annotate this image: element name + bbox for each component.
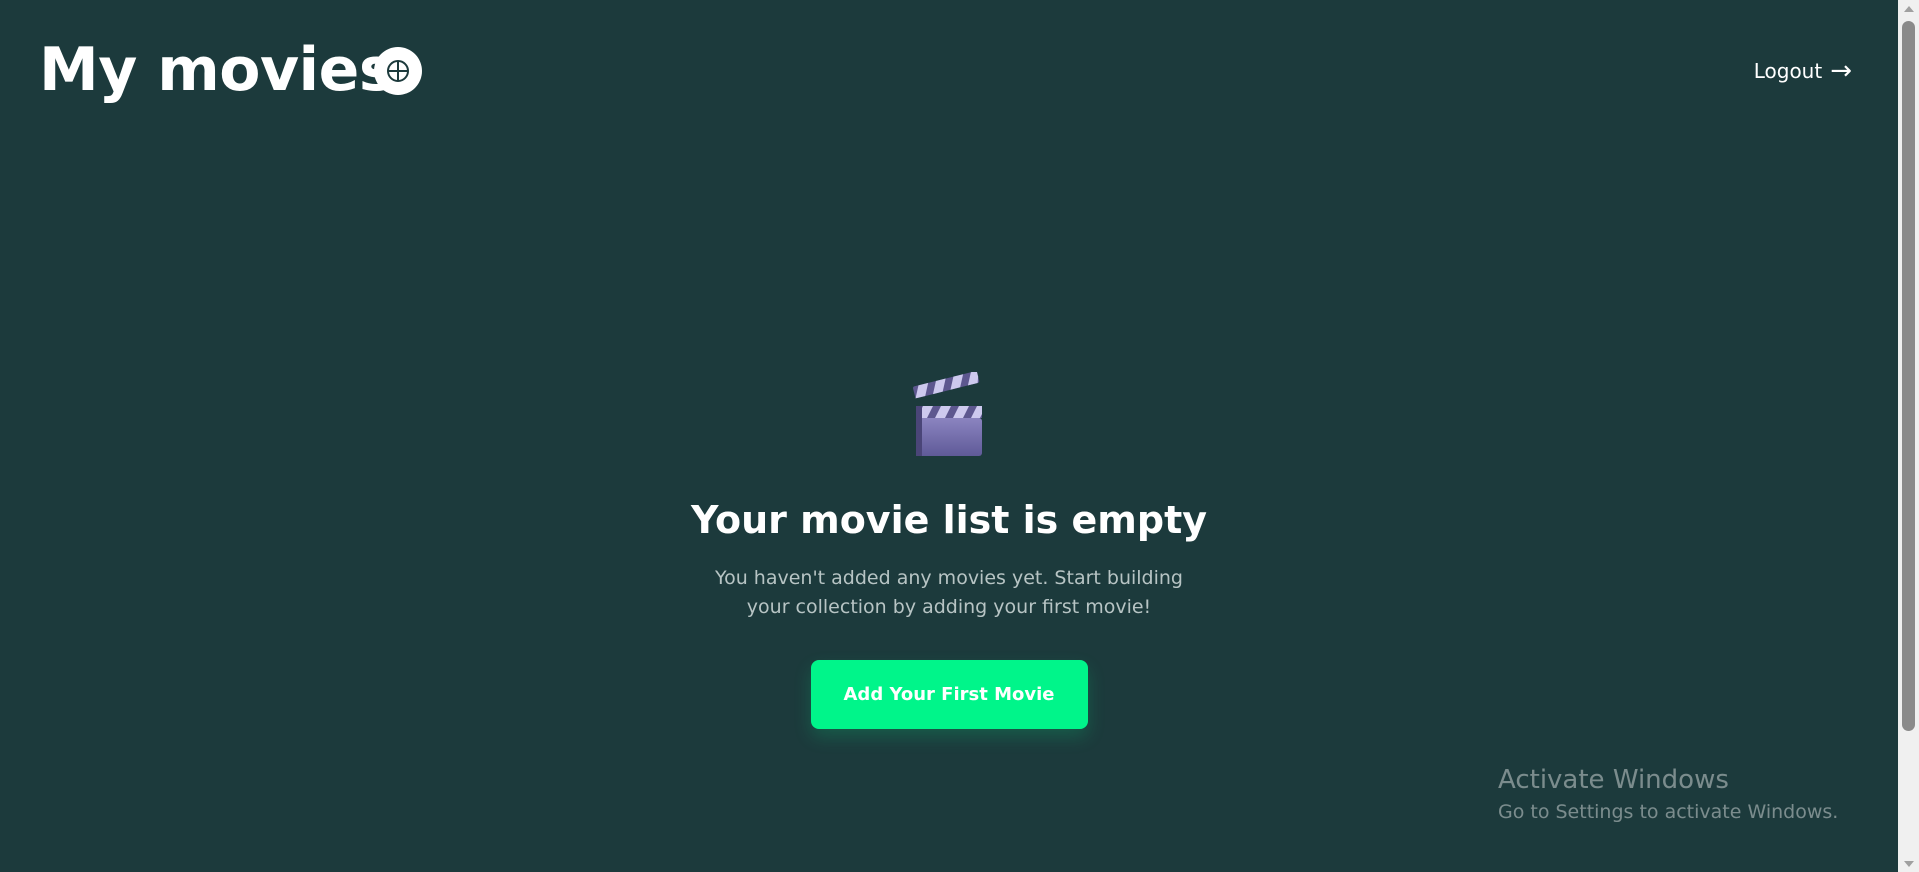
clapper-board-icon bbox=[913, 372, 982, 456]
scroll-down-icon[interactable] bbox=[1898, 855, 1919, 872]
empty-state: Your movie list is empty You haven't add… bbox=[648, 372, 1250, 729]
logout-label: Logout bbox=[1753, 59, 1823, 83]
add-first-movie-button[interactable]: Add Your First Movie bbox=[810, 660, 1088, 729]
scrollbar-thumb[interactable] bbox=[1902, 21, 1915, 731]
watermark-subtitle: Go to Settings to activate Windows. bbox=[1498, 801, 1839, 823]
plus-circle-icon bbox=[387, 60, 409, 82]
empty-state-heading: Your movie list is empty bbox=[690, 498, 1208, 542]
add-movie-button[interactable] bbox=[374, 47, 422, 95]
app-window: My movies Logout → Your movie list is em… bbox=[0, 0, 1919, 872]
main-content: My movies Logout → Your movie list is em… bbox=[0, 0, 1898, 872]
logout-link[interactable]: Logout → bbox=[1754, 56, 1852, 86]
windows-activation-watermark: Activate Windows Go to Settings to activ… bbox=[1498, 762, 1838, 826]
vertical-scrollbar[interactable] bbox=[1898, 0, 1919, 872]
page-title: My movies bbox=[39, 35, 395, 105]
scroll-up-icon[interactable] bbox=[1898, 0, 1919, 17]
arrow-right-icon: → bbox=[1830, 56, 1852, 86]
empty-state-description: You haven't added any movies yet. Start … bbox=[715, 567, 1183, 618]
watermark-title: Activate Windows bbox=[1498, 765, 1729, 795]
